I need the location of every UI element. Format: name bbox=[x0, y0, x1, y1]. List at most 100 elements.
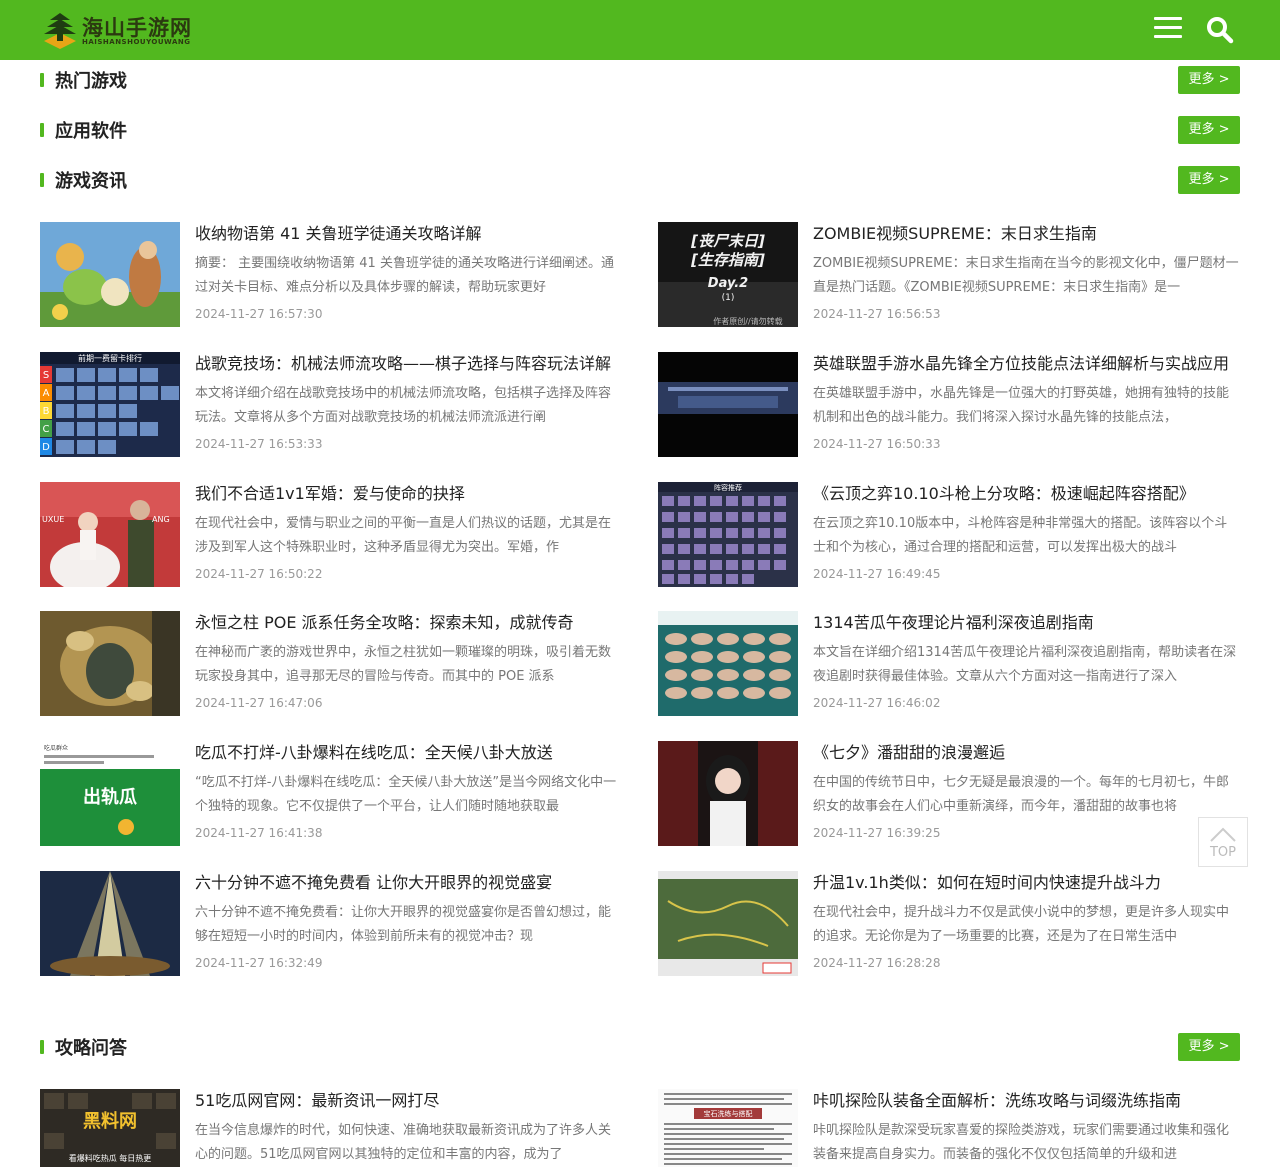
news-summary: 在神秘而广袤的游戏世界中，永恒之柱犹如一颗璀璨的明珠，吸引着无数玩家投身其中，追… bbox=[195, 645, 612, 684]
news-date: 2024-11-27 16:56:53 bbox=[813, 307, 941, 321]
more-button[interactable]: 更多 > bbox=[1178, 66, 1240, 94]
section-title: 热门游戏 bbox=[55, 71, 127, 92]
news-item[interactable]: 前期一费留卡排行 S A B C D 战歌竞技场：机械法师流攻略——棋子选择与阵… bbox=[40, 352, 622, 457]
news-title[interactable]: 六十分钟不遮不掩免费看 让你大开眼界的视觉盛宴 bbox=[195, 872, 622, 894]
news-title[interactable]: 升温1v.1h类似：如何在短时间内快速提升战斗力 bbox=[813, 872, 1240, 894]
news-item[interactable]: 收纳物语第 41 关鲁班学徒通关攻略详解 摘要： 主要围绕收纳物语第 41 关鲁… bbox=[40, 222, 622, 327]
news-item[interactable]: 《七夕》潘甜甜的浪漫邂逅 在中国的传统节日中，七夕无疑是最浪漫的一个。每年的七月… bbox=[658, 741, 1240, 846]
news-thumbnail[interactable]: 阵容推荐 bbox=[658, 482, 798, 587]
news-item[interactable]: [丧尸末日] [生存指南] Day.2 (1) 作者原创//请勿转载 ZOMBI… bbox=[658, 222, 1240, 327]
more-button[interactable]: 更多 > bbox=[1178, 116, 1240, 144]
svg-text:Day.2: Day.2 bbox=[708, 276, 748, 291]
news-thumbnail[interactable] bbox=[40, 871, 180, 976]
news-title[interactable]: 战歌竞技场：机械法师流攻略——棋子选择与阵容玩法详解 bbox=[195, 353, 622, 375]
qa-thumbnail[interactable]: 黑料网 看爆料吃热瓜 每日热更 bbox=[40, 1089, 180, 1167]
news-title[interactable]: 永恒之柱 POE 派系任务全攻略：探索未知，成就传奇 bbox=[195, 612, 622, 634]
collage-banner-image: 黑料网 看爆料吃热瓜 每日热更 bbox=[40, 1089, 180, 1167]
game-screenshot-image bbox=[658, 352, 798, 457]
news-item[interactable]: 英雄联盟手游水晶先锋全方位技能点法详细解析与实战应用 在英雄联盟手游中，水晶先锋… bbox=[658, 352, 1240, 457]
news-date: 2024-11-27 16:46:02 bbox=[813, 696, 941, 710]
news-item[interactable]: 永恒之柱 POE 派系任务全攻略：探索未知，成就传奇 在神秘而广袤的游戏世界中，… bbox=[40, 611, 622, 716]
pagoda-logo-icon bbox=[44, 13, 76, 49]
svg-text:A: A bbox=[43, 388, 50, 399]
news-title[interactable]: ZOMBIE视频SUPREME：末日求生指南 bbox=[813, 223, 1240, 245]
news-date: 2024-11-27 16:50:33 bbox=[813, 437, 941, 451]
news-date: 2024-11-27 16:53:33 bbox=[195, 437, 323, 451]
svg-text:看爆料吃热瓜 每日热更: 看爆料吃热瓜 每日热更 bbox=[69, 1153, 152, 1163]
qa-title[interactable]: 咔叽探险队装备全面解析：洗练攻略与词缀洗练指南 bbox=[813, 1090, 1240, 1112]
news-item[interactable]: 1314苦瓜午夜理论片福利深夜追剧指南 本文旨在详细介绍1314苦瓜午夜理论片福… bbox=[658, 611, 1240, 716]
svg-text:D: D bbox=[42, 442, 50, 453]
news-title[interactable]: 1314苦瓜午夜理论片福利深夜追剧指南 bbox=[813, 612, 1240, 634]
section-title: 攻略问答 bbox=[55, 1038, 127, 1059]
svg-text:作者原创//请勿转载: 作者原创//请勿转载 bbox=[713, 316, 782, 326]
section-title: 应用软件 bbox=[55, 121, 127, 142]
news-item[interactable]: 阵容推荐 《云顶之弈10.10斗枪上分攻略：极速崛起阵容搭配》 在云顶之弈10.… bbox=[658, 482, 1240, 587]
news-date: 2024-11-27 16:39:25 bbox=[813, 826, 941, 840]
news-date: 2024-11-27 16:57:30 bbox=[195, 307, 323, 321]
svg-text:(1): (1) bbox=[722, 293, 735, 303]
chevron-up-icon bbox=[1210, 827, 1236, 842]
qa-item[interactable]: 宝石洗练与搭配 咔叽探险队装备全面解析：洗练攻略与词缀洗练指南 咔叽探险队是款深… bbox=[658, 1089, 1240, 1167]
news-summary: 摘要： 主要围绕收纳物语第 41 关鲁班学徒的通关攻略进行详细阐述。通过对关卡目… bbox=[195, 256, 614, 295]
section-game-news: 游戏资讯 更多 > bbox=[40, 166, 1240, 196]
news-thumbnail[interactable] bbox=[658, 871, 798, 976]
news-item[interactable]: 吃瓜群众 出轨瓜 吃瓜不打烊-八卦爆料在线吃瓜：全天候八卦大放送 “吃瓜不打烊-… bbox=[40, 741, 622, 846]
qa-summary: 在当今信息爆炸的时代，如何快速、准确地获取最新资讯成为了许多人关心的问题。51吃… bbox=[195, 1123, 612, 1162]
back-to-top-button[interactable]: TOP bbox=[1198, 817, 1248, 867]
news-title[interactable]: 收纳物语第 41 关鲁班学徒通关攻略详解 bbox=[195, 223, 622, 245]
section-apps: 应用软件 更多 > bbox=[40, 116, 1240, 146]
news-summary: 六十分钟不遮不掩免费看：让你大开眼界的视觉盛宴你是否曾幻想过，能够在短短一小时的… bbox=[195, 905, 612, 944]
qa-thumbnail[interactable]: 宝石洗练与搭配 bbox=[658, 1089, 798, 1167]
menu-icon[interactable] bbox=[1154, 17, 1182, 43]
top-nav-bar: 海山手游网 HAISHANSHOUYOUWANG bbox=[0, 0, 1280, 60]
news-thumbnail[interactable]: UXUE ANG bbox=[40, 482, 180, 587]
news-thumbnail[interactable] bbox=[40, 222, 180, 327]
news-thumbnail[interactable]: 吃瓜群众 出轨瓜 bbox=[40, 741, 180, 846]
news-item[interactable]: UXUE ANG 我们不合适1v1军婚：爱与使命的抉择 在现代社会中，爱情与职业… bbox=[40, 482, 622, 587]
news-thumbnail[interactable]: 前期一费留卡排行 S A B C D bbox=[40, 352, 180, 457]
section-guides-qa: 攻略问答 更多 > bbox=[40, 1033, 1240, 1063]
svg-text:宝石洗练与搭配: 宝石洗练与搭配 bbox=[704, 1109, 753, 1118]
news-thumbnail[interactable] bbox=[658, 352, 798, 457]
back-to-top-label: TOP bbox=[1209, 845, 1236, 860]
qa-item[interactable]: 黑料网 看爆料吃热瓜 每日热更 51吃瓜网官网：最新资讯一网打尽 在当今信息爆炸… bbox=[40, 1089, 622, 1167]
news-summary: ZOMBIE视频SUPREME：末日求生指南在当今的影视文化中，僵尸题材一直是热… bbox=[813, 256, 1239, 295]
svg-text:前期一费留卡排行: 前期一费留卡排行 bbox=[78, 353, 142, 363]
news-date: 2024-11-27 16:47:06 bbox=[195, 696, 323, 710]
svg-text:阵容推荐: 阵容推荐 bbox=[714, 483, 742, 492]
news-title[interactable]: 《七夕》潘甜甜的浪漫邂逅 bbox=[813, 742, 1240, 764]
qa-summary: 咔叽探险队是款深受玩家喜爱的探险类游戏，玩家们需要通过收集和强化装备来提高自身实… bbox=[813, 1123, 1230, 1162]
svg-text:黑料网: 黑料网 bbox=[83, 1110, 137, 1132]
news-title[interactable]: 我们不合适1v1军婚：爱与使命的抉择 bbox=[195, 483, 622, 505]
text-article-image: 宝石洗练与搭配 bbox=[658, 1089, 798, 1167]
news-thumbnail[interactable] bbox=[40, 611, 180, 716]
lineup-grid-image: 阵容推荐 bbox=[658, 482, 798, 587]
wedding-photo-image: UXUE ANG bbox=[40, 482, 180, 587]
section-marker bbox=[40, 173, 44, 187]
search-icon[interactable] bbox=[1206, 16, 1234, 44]
news-summary: 在现代社会中，提升战斗力不仅是武侠小说中的梦想，更是许多人现实中的追求。无论你是… bbox=[813, 905, 1230, 944]
light-burst-image bbox=[40, 871, 180, 976]
svg-text:[生存指南]: [生存指南] bbox=[690, 251, 765, 269]
news-summary: “吃瓜不打烊-八卦爆料在线吃瓜：全天候八卦大放送”是当今网络文化中一个独特的现象… bbox=[195, 775, 617, 814]
news-thumbnail[interactable]: [丧尸末日] [生存指南] Day.2 (1) 作者原创//请勿转载 bbox=[658, 222, 798, 327]
news-item[interactable]: 升温1v.1h类似：如何在短时间内快速提升战斗力 在现代社会中，提升战斗力不仅是… bbox=[658, 871, 1240, 976]
game-map-image bbox=[40, 611, 180, 716]
qa-title[interactable]: 51吃瓜网官网：最新资讯一网打尽 bbox=[195, 1090, 622, 1112]
section-marker bbox=[40, 1040, 44, 1054]
site-logo[interactable]: 海山手游网 HAISHANSHOUYOUWANG bbox=[42, 11, 192, 49]
more-button[interactable]: 更多 > bbox=[1178, 166, 1240, 194]
news-summary: 本文旨在详细介绍1314苦瓜午夜理论片福利深夜追剧指南，帮助读者在深夜追剧时获得… bbox=[813, 645, 1237, 684]
cartoon-game-image bbox=[40, 222, 180, 327]
news-title[interactable]: 《云顶之弈10.10斗枪上分攻略：极速崛起阵容搭配》 bbox=[813, 483, 1240, 505]
news-item[interactable]: 六十分钟不遮不掩免费看 让你大开眼界的视觉盛宴 六十分钟不遮不掩免费看：让你大开… bbox=[40, 871, 622, 976]
satellite-map-image bbox=[658, 871, 798, 976]
svg-text:B: B bbox=[43, 406, 50, 417]
news-title[interactable]: 吃瓜不打烊-八卦爆料在线吃瓜：全天候八卦大放送 bbox=[195, 742, 622, 764]
news-title[interactable]: 英雄联盟手游水晶先锋全方位技能点法详细解析与实战应用 bbox=[813, 353, 1240, 375]
more-button[interactable]: 更多 > bbox=[1178, 1033, 1240, 1061]
news-thumbnail[interactable] bbox=[658, 741, 798, 846]
svg-text:UXUE: UXUE bbox=[42, 515, 64, 524]
news-thumbnail[interactable] bbox=[658, 611, 798, 716]
